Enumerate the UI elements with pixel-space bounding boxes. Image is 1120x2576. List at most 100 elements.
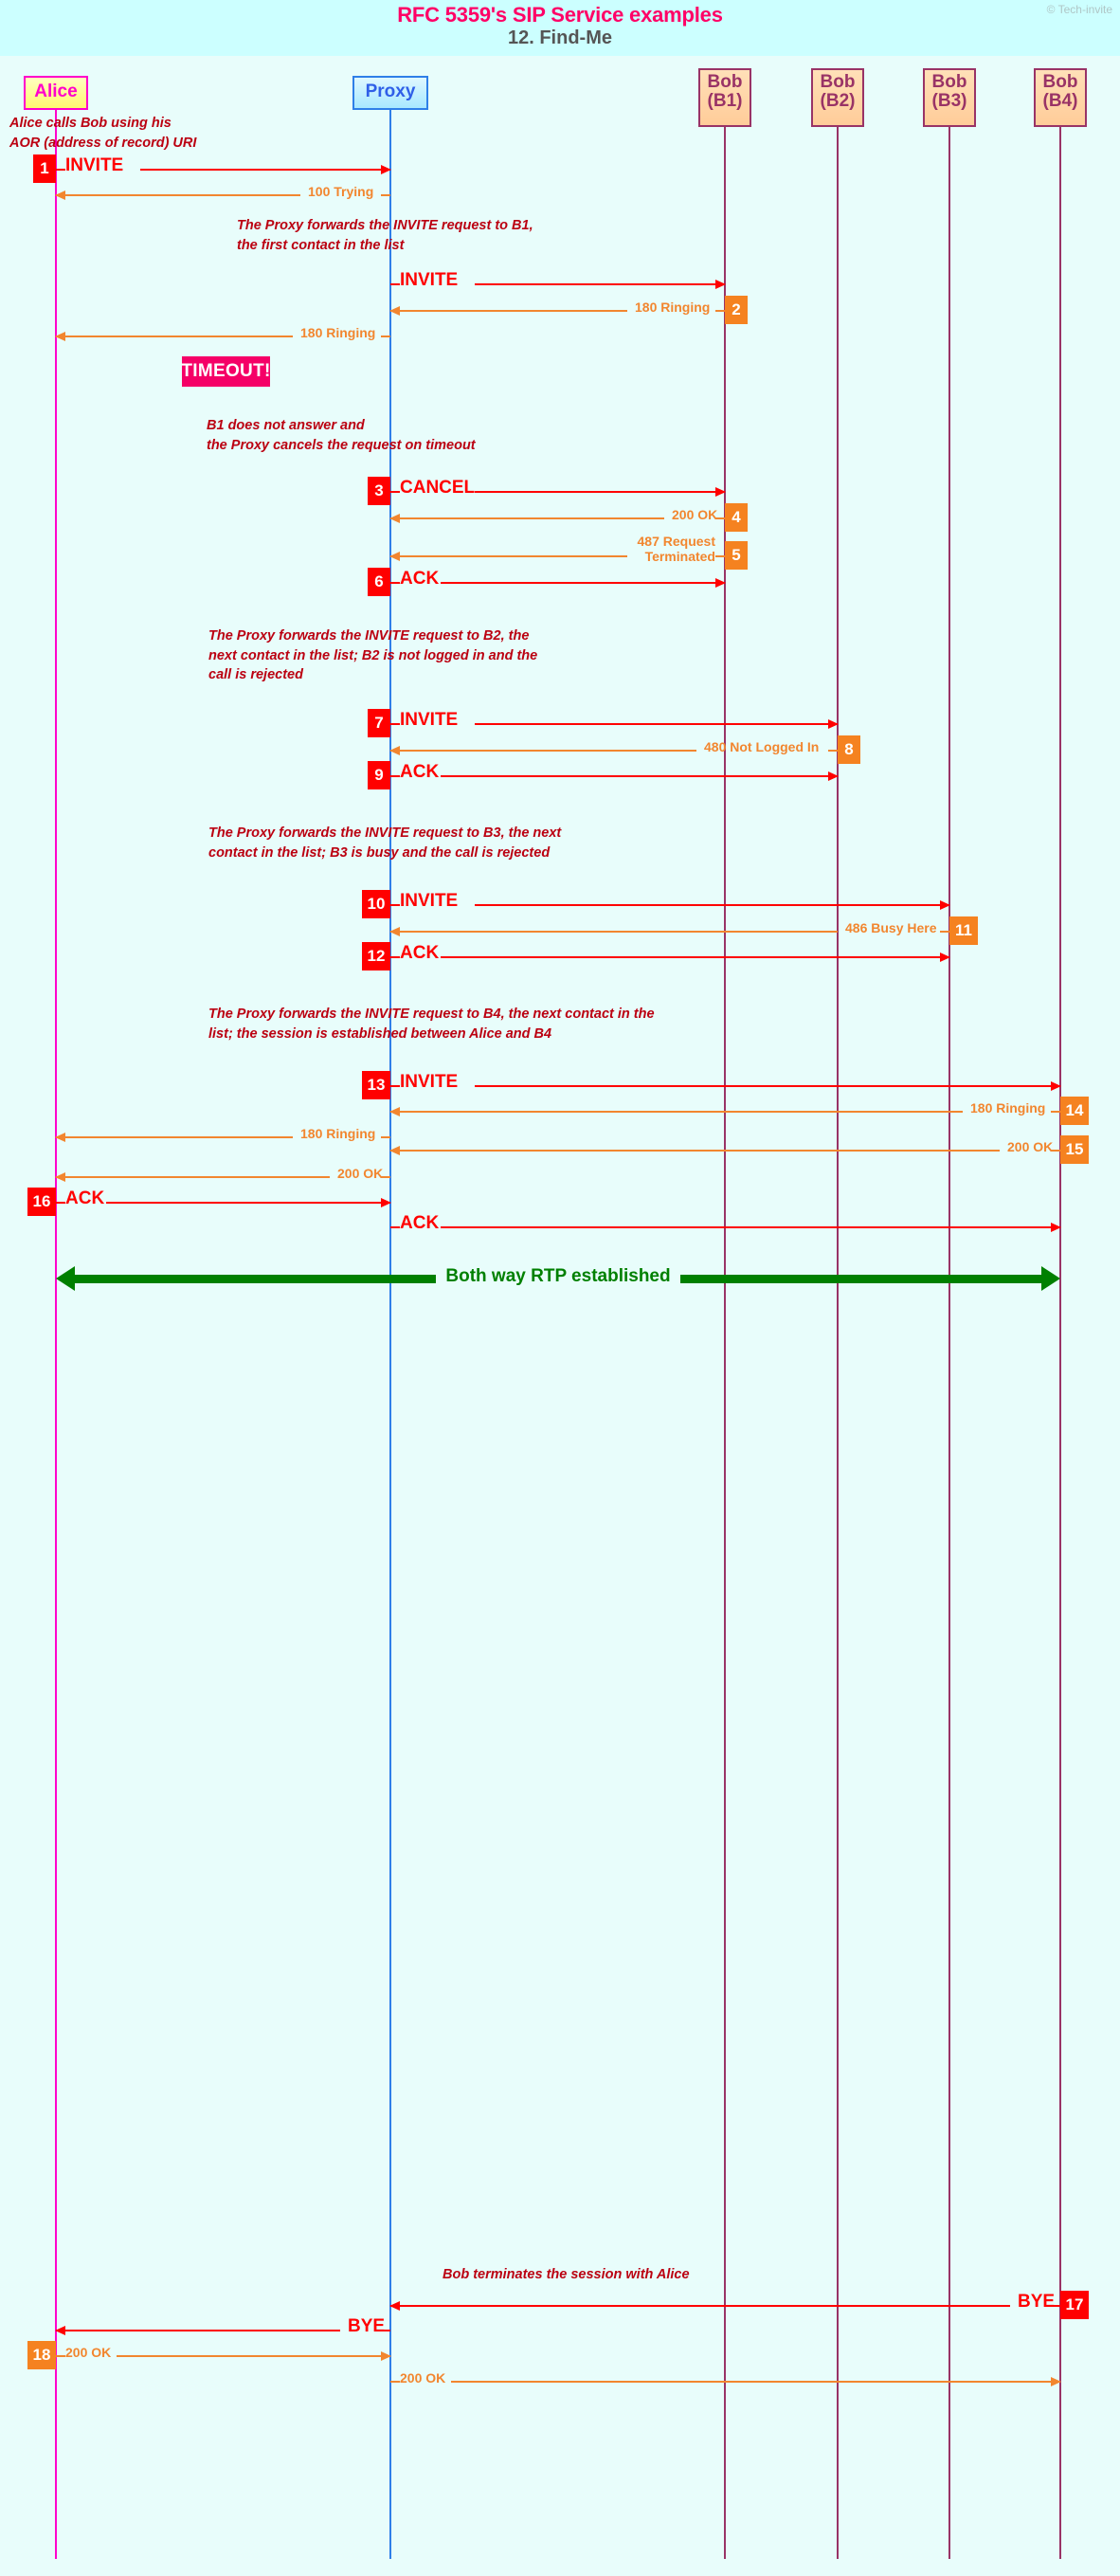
actor-box-b2[interactable]: Bob (B2) — [811, 68, 864, 127]
actor-label-b1: (B1) — [707, 90, 743, 111]
lifeline-alice — [55, 110, 57, 2559]
message-label-m12: ACK — [400, 762, 440, 782]
rtp-arrow-head-left — [56, 1266, 75, 1291]
step-badge-10: 10 — [362, 890, 390, 918]
arrow-shaft — [106, 1202, 390, 1204]
step-badge-12: 12 — [362, 942, 390, 971]
message-label-m6: CANCEL — [400, 478, 476, 498]
message-label-m2: 100 Trying — [308, 184, 374, 199]
arrow-shaft — [475, 723, 838, 725]
arrow-head — [389, 552, 400, 561]
message-arrow-m19 — [389, 1146, 1000, 1155]
connector-stub — [940, 931, 949, 933]
message-label-m23: BYE — [1018, 2292, 1056, 2312]
arrow-head — [940, 900, 950, 910]
actor-box-b4[interactable]: Bob (B4) — [1034, 68, 1087, 127]
message-arrow-m22 — [441, 1223, 1061, 1232]
note-forward-b1: The Proxy forwards the INVITE request to… — [237, 218, 533, 253]
message-label-m10: INVITE — [400, 710, 459, 730]
message-label-m25: 200 OK — [65, 2345, 112, 2360]
step-badge-8: 8 — [838, 735, 860, 764]
arrow-head — [389, 746, 400, 755]
arrow-shaft — [475, 904, 949, 906]
message-arrow-m11 — [389, 746, 696, 755]
arrow-head — [389, 306, 400, 316]
message-label-m14: 486 Busy Here — [845, 920, 937, 935]
step-badge-1: 1 — [33, 154, 56, 183]
actor-box-proxy[interactable]: Proxy — [352, 76, 428, 110]
message-arrow-m16 — [475, 1081, 1061, 1091]
arrow-shaft — [56, 1176, 330, 1178]
actor-label-b3: Bob — [931, 72, 967, 92]
message-arrow-m15 — [441, 952, 950, 962]
step-badge-9: 9 — [368, 761, 390, 789]
connector-stub — [381, 1136, 390, 1138]
actor-label-b2: Bob — [820, 72, 856, 92]
arrow-head — [389, 927, 400, 936]
arrow-shaft — [475, 283, 725, 285]
step-badge-15: 15 — [1060, 1135, 1089, 1164]
arrow-head — [55, 190, 65, 200]
connector-stub — [390, 283, 400, 285]
arrow-shaft — [390, 1111, 963, 1113]
arrow-shaft — [451, 2381, 1060, 2383]
message-label-m11: 480 Not Logged In — [704, 739, 820, 754]
connector-stub — [390, 723, 400, 725]
actor-label-b1: Bob — [707, 72, 743, 92]
connector-stub — [390, 904, 400, 906]
rtp-label: Both way RTP established — [445, 1266, 671, 1286]
message-arrow-m20 — [55, 1172, 330, 1182]
connector-stub — [390, 491, 400, 493]
arrow-shaft — [390, 555, 627, 557]
actor-box-b3[interactable]: Bob (B3) — [923, 68, 976, 127]
connector-stub — [56, 169, 65, 171]
rtp-bar-left — [73, 1275, 436, 1283]
copyright-notice: © Tech-invite — [1046, 3, 1112, 16]
actor-label-b4: (B4) — [1042, 90, 1078, 111]
connector-stub — [390, 1226, 400, 1228]
connector-stub — [56, 2355, 65, 2357]
connector-stub — [390, 582, 400, 584]
arrow-shaft — [390, 517, 664, 519]
arrow-head — [1051, 2377, 1061, 2386]
step-badge-14: 14 — [1060, 1097, 1089, 1125]
message-arrow-m23 — [389, 2301, 1010, 2311]
message-arrow-m12 — [441, 771, 839, 781]
arrow-head — [1051, 1081, 1061, 1091]
message-arrow-m4 — [389, 306, 627, 316]
connector-stub — [715, 310, 725, 312]
lifeline-b4 — [1059, 127, 1061, 2559]
connector-stub — [381, 194, 390, 196]
connector-stub — [390, 956, 400, 958]
connector-stub — [56, 1202, 65, 1204]
arrow-head — [828, 771, 839, 781]
arrow-shaft — [390, 750, 696, 752]
arrow-head — [55, 1133, 65, 1142]
connector-stub — [1051, 1111, 1060, 1113]
message-label-m21: ACK — [65, 1188, 105, 1208]
actor-box-alice[interactable]: Alice — [24, 76, 88, 110]
message-label-m1: INVITE — [65, 155, 124, 175]
note-forward-b4: The Proxy forwards the INVITE request to… — [208, 1007, 655, 1042]
arrow-shaft — [56, 2330, 340, 2331]
step-badge-17: 17 — [1060, 2291, 1089, 2319]
message-label-m3: INVITE — [400, 270, 459, 290]
timeout-marker: TIMEOUT! — [181, 356, 270, 387]
arrow-head — [389, 2301, 400, 2311]
message-label-m19: 200 OK — [1007, 1139, 1054, 1154]
message-label-m13: INVITE — [400, 891, 459, 911]
connector-stub — [390, 775, 400, 777]
arrow-head — [389, 514, 400, 523]
message-arrow-m2 — [55, 190, 300, 200]
message-label-m7: 200 OK — [672, 507, 718, 522]
arrow-head — [55, 1172, 65, 1182]
arrow-head — [715, 578, 726, 588]
arrow-head — [55, 332, 65, 341]
message-label-m20: 200 OK — [337, 1166, 384, 1181]
message-arrow-m7 — [389, 514, 664, 523]
arrow-head — [55, 2326, 65, 2335]
arrow-head — [381, 2351, 391, 2361]
arrow-shaft — [390, 2305, 1010, 2307]
actor-box-b1[interactable]: Bob (B1) — [698, 68, 751, 127]
arrow-shaft — [475, 491, 725, 493]
